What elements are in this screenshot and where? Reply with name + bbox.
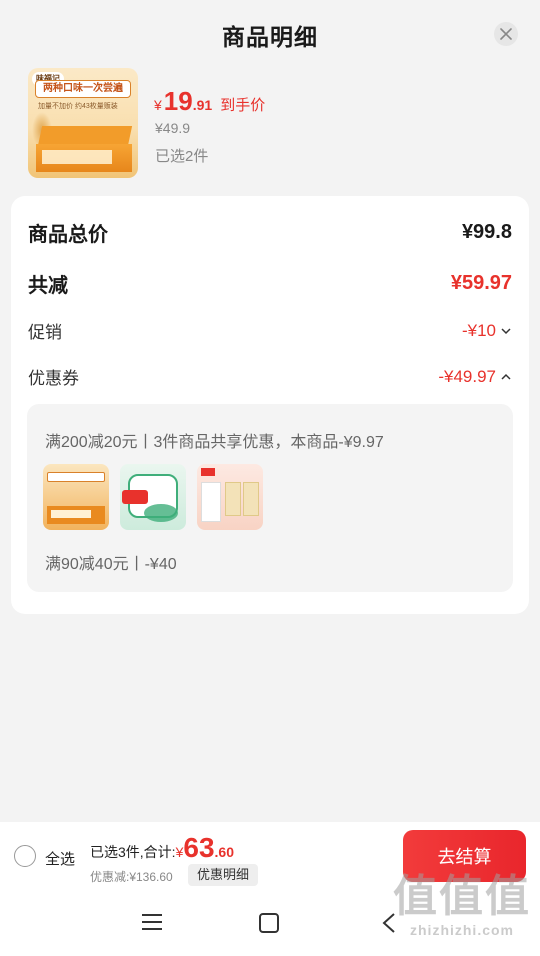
thumb-price-tag (122, 490, 148, 504)
selected-count: 已选2件 (155, 148, 209, 165)
total-price-row: 商品总价 ¥99.8 (28, 218, 512, 247)
chevron-down-icon (501, 327, 511, 334)
promo-label: 促销 (28, 323, 62, 342)
product-summary: 味福记 两种口味一次尝遍 加量不加价 约43枚量贩装 ¥ 19 .91 到手价 … (28, 68, 518, 180)
box-stripe (42, 150, 112, 164)
coupon-rule-2: 满90减40元丨-¥40 (45, 556, 177, 573)
total-reduce-row: 共减 ¥59.97 (28, 269, 512, 298)
thumb-item-a (225, 482, 241, 516)
promo-row[interactable]: 促销 -¥10 (28, 318, 512, 343)
menu-icon[interactable] (142, 914, 162, 932)
close-button[interactable] (494, 22, 518, 46)
price-integer: 19 (163, 86, 193, 116)
total-integer: 63 (183, 832, 215, 863)
menu-line (142, 928, 162, 930)
product-image-banner: 两种口味一次尝遍 (35, 80, 131, 98)
thumb-label-card (201, 482, 221, 522)
coupon-rule-1: 满200减20元丨3件商品共享优惠，本商品-¥9.97 (45, 434, 384, 451)
coupon-product-thumb-3[interactable] (197, 464, 263, 530)
page-title: 商品明细 (222, 24, 318, 50)
total-price-value: ¥99.8 (461, 221, 512, 243)
coupon-detail-box: 满200减20元丨3件商品共享优惠，本商品-¥9.97 满90减40元丨-¥40 (27, 404, 513, 592)
selected-total-text: 已选3件,合计: (90, 844, 176, 860)
price-decimal: .91 (192, 97, 213, 113)
coupon-value: -¥49.97 (438, 366, 496, 386)
total-reduce-label: 共减 (28, 275, 68, 297)
promo-value-wrap: -¥10 (462, 321, 512, 341)
thumb-pods (144, 504, 178, 522)
thumb-item-b (243, 482, 259, 516)
final-price: ¥ 19 .91 到手价 (154, 86, 265, 117)
coupon-product-thumb-2[interactable] (120, 464, 186, 530)
chevron-up-icon (501, 373, 511, 380)
close-icon (500, 28, 512, 40)
price-breakdown-card: 商品总价 ¥99.8 共减 ¥59.97 促销 -¥10 优惠券 -¥49.97… (11, 196, 529, 614)
watermark-big: 值值值 (393, 872, 531, 921)
box-lid (37, 126, 133, 146)
select-all-radio[interactable] (14, 845, 36, 867)
coupon-product-thumb-1[interactable] (43, 464, 109, 530)
discount-detail-button[interactable]: 优惠明细 (188, 864, 259, 886)
coupon-row[interactable]: 优惠券 -¥49.97 (28, 364, 512, 389)
total-decimal: .60 (214, 844, 234, 860)
product-image-sub: 加量不加价 约43枚量贩装 (38, 103, 118, 110)
total-symbol: ¥ (175, 844, 184, 860)
total-reduce-value: ¥59.97 (450, 272, 512, 294)
watermark-small: zhizhizhi.com (410, 922, 514, 938)
sheet-header: 商品明细 (0, 0, 540, 68)
coupon-label: 优惠券 (28, 369, 79, 388)
menu-line (142, 921, 162, 923)
thumb-box-stripe (51, 510, 91, 518)
discount-text: 优惠减:¥136.60 (90, 870, 173, 884)
price-tag: 到手价 (220, 97, 266, 114)
original-price: ¥49.9 (155, 120, 191, 136)
promo-value: -¥10 (461, 320, 496, 340)
product-image[interactable]: 味福记 两种口味一次尝遍 加量不加价 约43枚量贩装 (28, 68, 138, 178)
price-symbol: ¥ (154, 97, 162, 113)
order-total: 已选3件,合计: ¥ 63 .60 (90, 832, 234, 864)
menu-line (142, 914, 162, 916)
total-price-label: 商品总价 (28, 224, 108, 246)
thumb-banner (47, 472, 105, 482)
thumb-badge (201, 468, 215, 476)
home-icon[interactable] (259, 913, 279, 933)
coupon-value-wrap: -¥49.97 (438, 367, 512, 387)
select-all-label[interactable]: 全选 (45, 848, 75, 869)
watermark: 值值值 zhizhizhi.com (392, 872, 532, 952)
